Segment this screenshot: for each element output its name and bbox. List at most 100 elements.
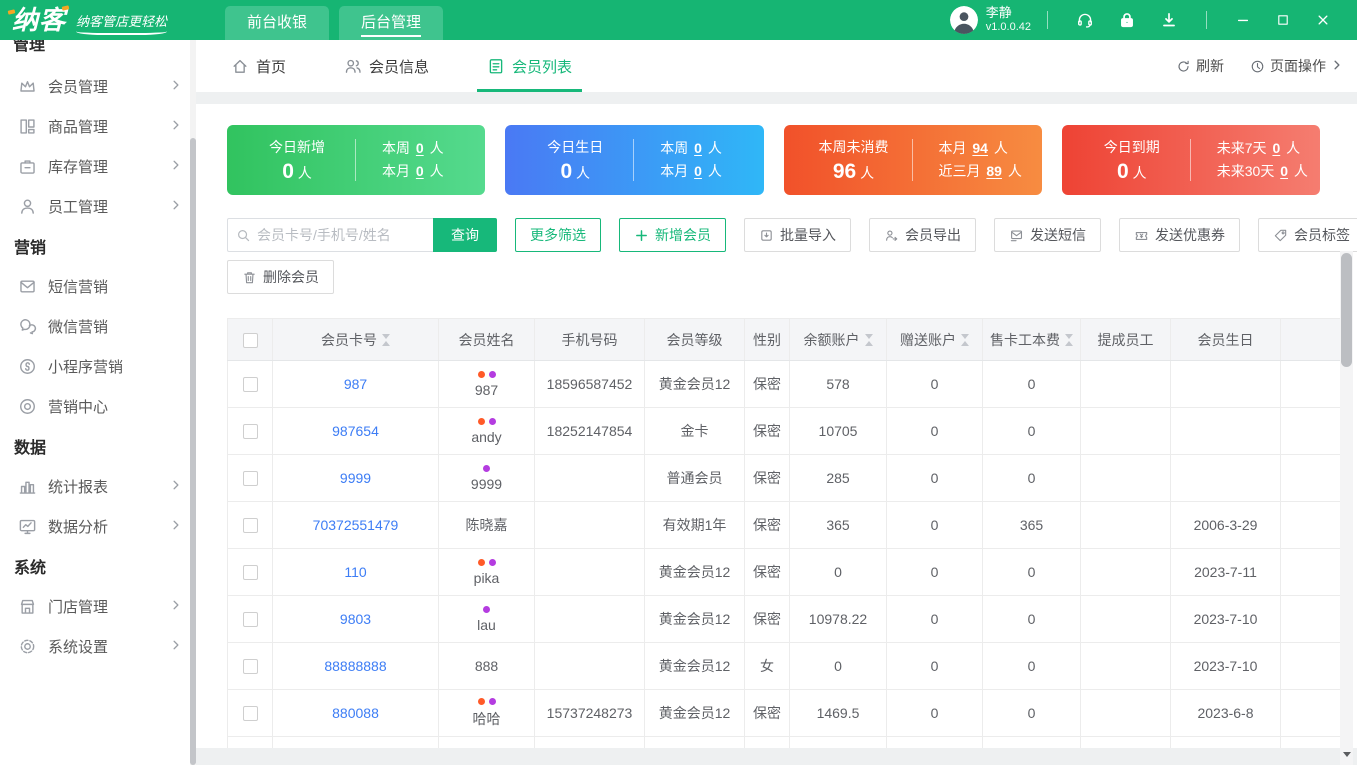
sidebar-item-inventory-mgmt[interactable]: 库存管理 bbox=[0, 146, 196, 186]
cell-name: lau bbox=[438, 595, 535, 643]
sort-carets-icon[interactable] bbox=[961, 333, 969, 346]
sidebar-item-label: 营销中心 bbox=[48, 398, 109, 416]
stat-card-sub-row[interactable]: 未来30天 0 人 bbox=[1217, 160, 1310, 183]
stat-card-sub-row[interactable]: 本月 0 人 bbox=[660, 160, 753, 183]
column-header-gift[interactable]: 赠送账户 bbox=[886, 318, 983, 361]
select-all-checkbox[interactable] bbox=[242, 332, 258, 348]
sidebar-item-sms-marketing[interactable]: 短信营销 bbox=[0, 266, 196, 306]
scroll-down-arrow[interactable] bbox=[1340, 744, 1353, 762]
stat-card-sub-row[interactable]: 未来7天 0 人 bbox=[1217, 137, 1310, 160]
lock-screen-button[interactable] bbox=[1106, 0, 1148, 40]
tab-member-list[interactable]: 会员列表 bbox=[477, 40, 583, 92]
minimize-icon bbox=[1236, 13, 1250, 27]
row-checkbox[interactable] bbox=[242, 706, 258, 722]
batch-import-button[interactable]: 批量导入 bbox=[744, 218, 851, 252]
stat-card-sub-row[interactable]: 本月 94 人 bbox=[939, 137, 1032, 160]
row-select-cell bbox=[227, 736, 273, 748]
toolbar-row-2: 删除会员 bbox=[227, 260, 1340, 294]
sidebar-item-label: 员工管理 bbox=[48, 198, 109, 216]
customer-service-button[interactable] bbox=[1064, 0, 1106, 40]
member-tag-button[interactable]: 会员标签 bbox=[1258, 218, 1357, 252]
sort-carets-icon[interactable] bbox=[382, 333, 390, 346]
sidebar-item-member-mgmt[interactable]: 会员管理 bbox=[0, 66, 196, 106]
minimize-button[interactable] bbox=[1223, 0, 1263, 40]
stat-card-sub-row[interactable]: 本周 0 人 bbox=[660, 137, 753, 160]
sidebar-item-miniapp-marketing[interactable]: 小程序营销 bbox=[0, 346, 196, 386]
member-card-link[interactable]: 987 bbox=[344, 376, 367, 392]
row-checkbox[interactable] bbox=[242, 612, 258, 628]
sidebar-item-marketing-center[interactable]: 营销中心 bbox=[0, 386, 196, 426]
column-header-card[interactable]: 会员卡号 bbox=[272, 318, 439, 361]
sort-carets-icon[interactable] bbox=[1065, 333, 1073, 346]
sort-carets-icon[interactable] bbox=[864, 333, 873, 346]
cell-phone: 15737248273 bbox=[534, 689, 645, 737]
sidebar-item-wechat-marketing[interactable]: 微信营销 bbox=[0, 306, 196, 346]
page-actions-button[interactable]: 页面操作 bbox=[1250, 56, 1343, 76]
nav-tab-front-desk[interactable]: 前台收银 bbox=[225, 6, 330, 40]
column-header-card_fee[interactable]: 售卡工本费 bbox=[982, 318, 1081, 361]
member-card-link[interactable]: 9803 bbox=[340, 611, 371, 627]
row-checkbox[interactable] bbox=[242, 424, 258, 440]
column-header-clipped bbox=[1280, 318, 1340, 361]
table-scrollbar[interactable] bbox=[1340, 251, 1353, 765]
cell-level: 黄金会员12 bbox=[644, 642, 745, 690]
search-input[interactable] bbox=[257, 227, 425, 243]
member-export-button[interactable]: 会员导出 bbox=[869, 218, 976, 252]
sidebar-item-system-settings[interactable]: 系统设置 bbox=[0, 626, 196, 666]
member-card-link[interactable]: 88888888 bbox=[324, 658, 386, 674]
member-card-link[interactable]: 9999 bbox=[340, 470, 371, 486]
row-checkbox[interactable] bbox=[242, 659, 258, 675]
sidebar-item-product-mgmt[interactable]: 商品管理 bbox=[0, 106, 196, 146]
delete-member-button[interactable]: 删除会员 bbox=[227, 260, 334, 294]
sidebar-item-stat-reports[interactable]: 统计报表 bbox=[0, 466, 196, 506]
home-icon bbox=[231, 57, 249, 75]
sidebar-item-store-mgmt[interactable]: 门店管理 bbox=[0, 586, 196, 626]
member-card-link[interactable]: 70372551479 bbox=[313, 517, 399, 533]
stat-card-sub-row[interactable]: 本月 0 人 bbox=[382, 160, 475, 183]
member-table: 会员卡号 会员姓名 手机号码 会员等级 性别 余额账户 赠送账户 售卡工本费 提成员工 会员生日 … bbox=[227, 318, 1340, 748]
stat-card-sub-row[interactable]: 本周 0 人 bbox=[382, 137, 475, 160]
add-member-button[interactable]: 新增会员 bbox=[619, 218, 726, 252]
tab-member-info[interactable]: 会员信息 bbox=[340, 40, 433, 92]
member-card-link[interactable]: 110 bbox=[344, 564, 366, 580]
maximize-button[interactable] bbox=[1263, 0, 1303, 40]
column-label: 余额账户 bbox=[803, 331, 860, 348]
send-sms-button[interactable]: 发送短信 bbox=[994, 218, 1101, 252]
download-button[interactable] bbox=[1148, 0, 1190, 40]
cell-phone bbox=[534, 642, 645, 690]
button-label: 新增会员 bbox=[655, 227, 711, 243]
cell-clipped bbox=[1280, 501, 1340, 549]
stat-card-divider bbox=[911, 139, 913, 181]
close-button[interactable] bbox=[1303, 0, 1343, 40]
coupon-icon bbox=[1134, 228, 1149, 243]
avatar[interactable] bbox=[949, 6, 978, 34]
member-card-link[interactable]: 880088 bbox=[332, 705, 379, 721]
row-checkbox[interactable] bbox=[242, 471, 258, 487]
cell-card_fee bbox=[982, 736, 1081, 748]
nav-tab-backstage[interactable]: 后台管理 bbox=[339, 6, 444, 40]
row-checkbox[interactable] bbox=[242, 377, 258, 393]
tabs: 首页 会员信息 会员列表 bbox=[227, 40, 626, 92]
table-scrollbar-thumb[interactable] bbox=[1341, 253, 1352, 367]
search-button[interactable]: 查询 bbox=[433, 218, 497, 252]
button-label: 发送优惠券 bbox=[1155, 227, 1225, 243]
cell-level bbox=[644, 736, 745, 748]
sidebar-item-data-analysis[interactable]: 数据分析 bbox=[0, 506, 196, 546]
logo-accent bbox=[61, 5, 70, 11]
refresh-button[interactable]: 刷新 bbox=[1176, 56, 1224, 76]
list-icon bbox=[487, 57, 505, 75]
tab-home[interactable]: 首页 bbox=[227, 40, 290, 92]
maximize-icon bbox=[1276, 13, 1290, 27]
sidebar-item-staff-mgmt[interactable]: 员工管理 bbox=[0, 186, 196, 226]
more-filter-button[interactable]: 更多筛选 bbox=[515, 218, 601, 252]
window-controls bbox=[1223, 0, 1343, 40]
tab-label: 会员列表 bbox=[512, 58, 573, 76]
wechat-icon bbox=[18, 317, 37, 336]
row-checkbox[interactable] bbox=[242, 565, 258, 581]
orange-dot-icon bbox=[477, 371, 485, 378]
member-card-link[interactable]: 987654 bbox=[332, 423, 379, 439]
send-coupon-button[interactable]: 发送优惠券 bbox=[1119, 218, 1240, 252]
column-header-balance[interactable]: 余额账户 bbox=[789, 318, 887, 361]
stat-card-sub-row[interactable]: 近三月 89 人 bbox=[939, 160, 1032, 183]
row-checkbox[interactable] bbox=[242, 518, 258, 534]
